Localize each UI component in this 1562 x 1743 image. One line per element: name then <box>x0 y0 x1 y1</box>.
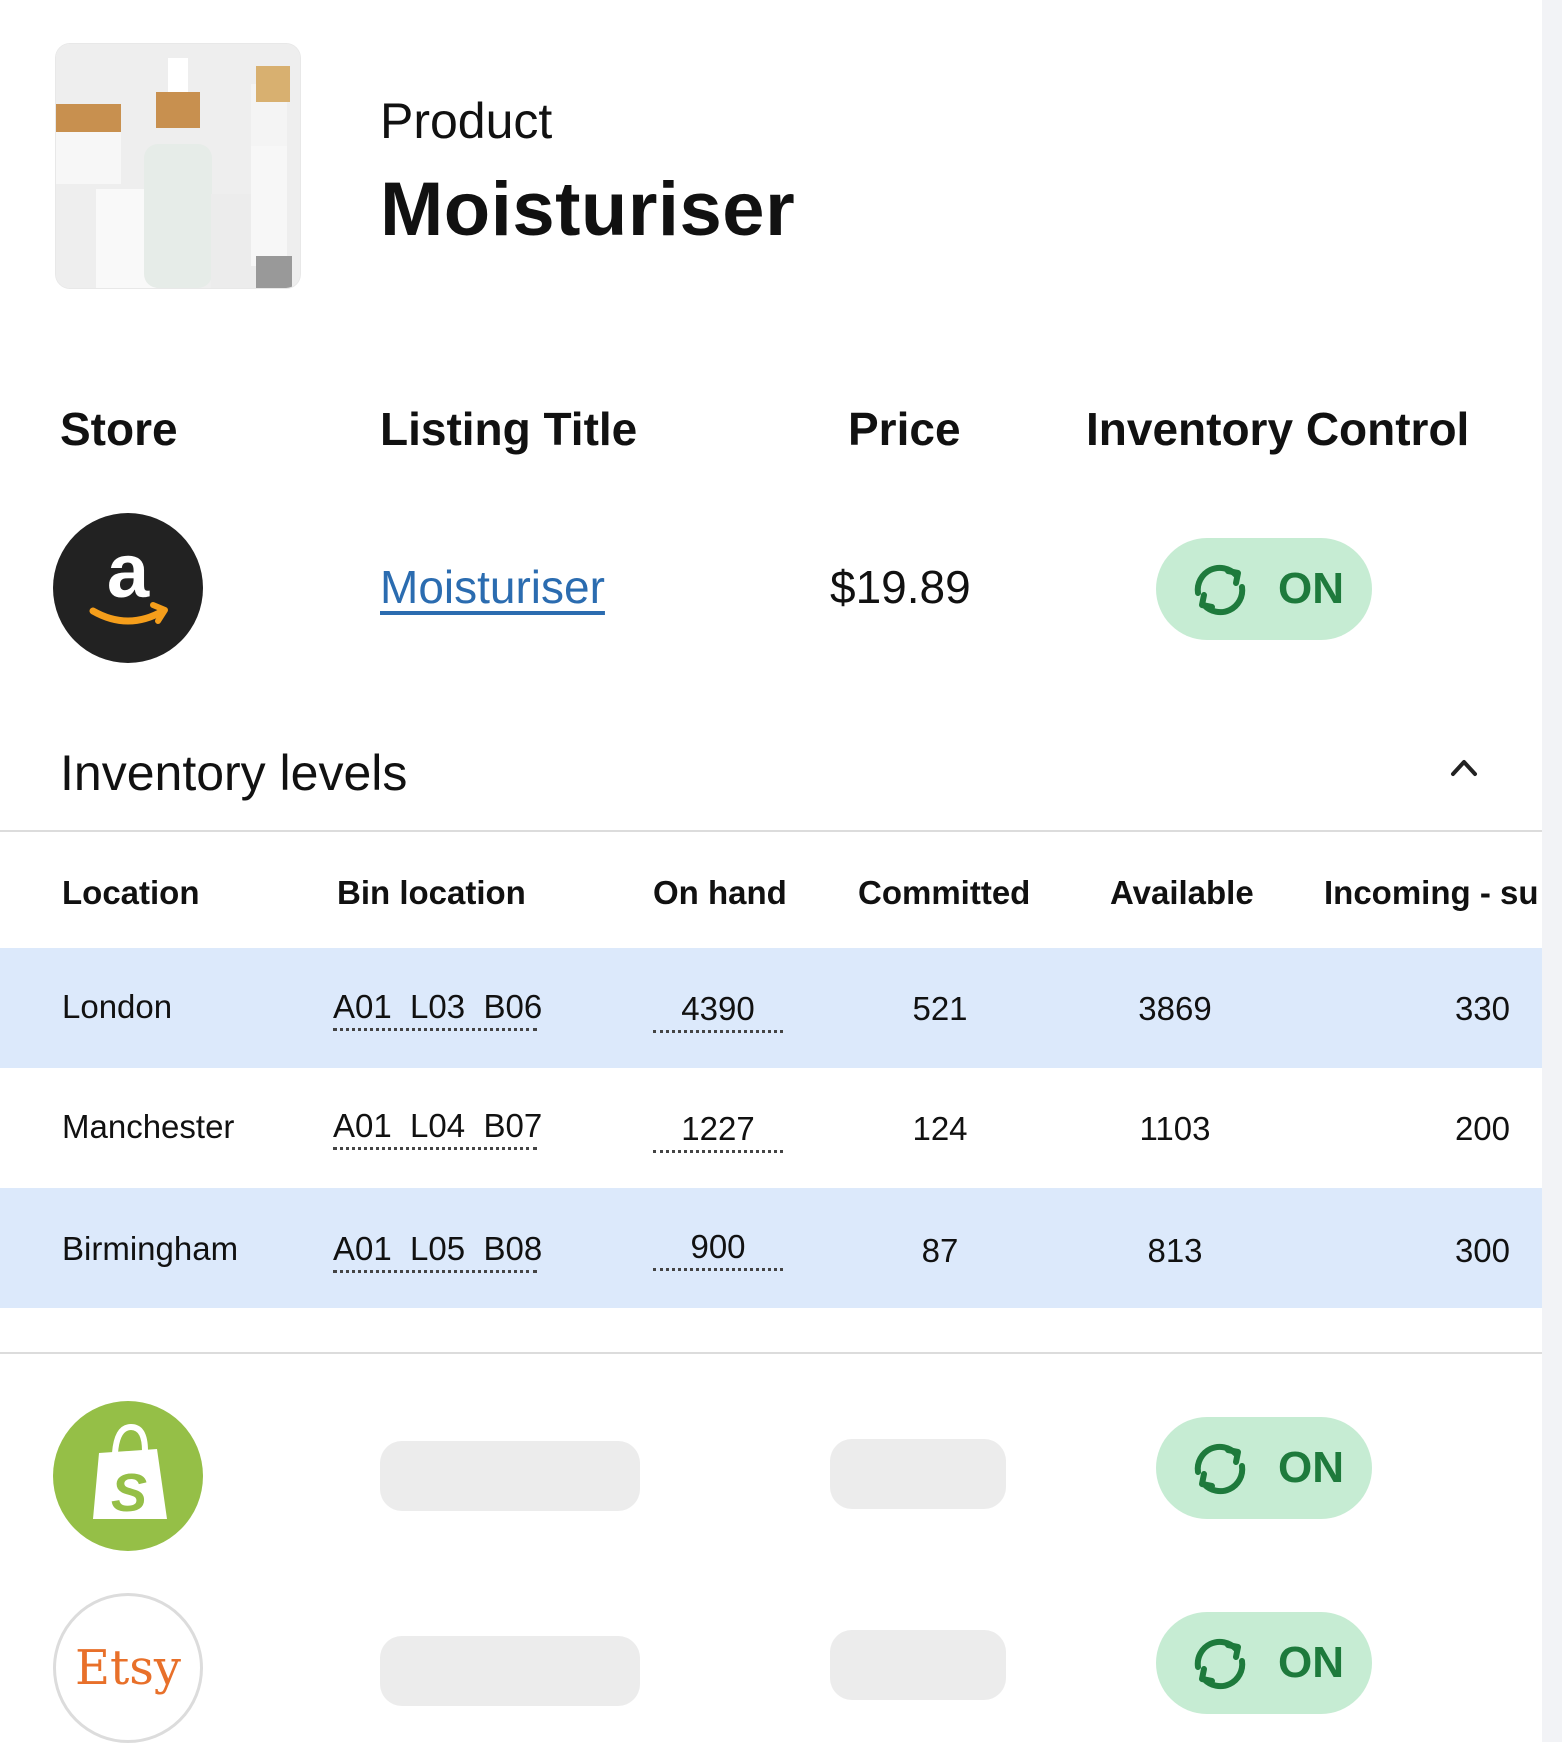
chevron-up-icon[interactable] <box>1448 756 1480 783</box>
bin-location-field[interactable]: A01 L05 B08 <box>333 1230 542 1273</box>
product-name: Moisturiser <box>380 167 796 252</box>
inventory-levels-title: Inventory levels <box>60 745 408 801</box>
vertical-scrollbar[interactable] <box>1542 0 1562 1742</box>
row-location: Birmingham <box>62 1230 239 1267</box>
section-divider <box>0 1352 1542 1354</box>
bin-location-field[interactable]: A01 L03 B06 <box>333 988 542 1031</box>
sync-icon <box>1194 564 1246 616</box>
incoming-value: 300 <box>1454 1232 1510 1269</box>
committed-value: 521 <box>912 990 968 1027</box>
inventory-control-toggle-shopify[interactable]: ON <box>1156 1417 1372 1519</box>
available-value: 1103 <box>1139 1110 1211 1147</box>
bin-location-column-header: Bin location <box>337 874 526 911</box>
listing-title-placeholder <box>380 1636 640 1706</box>
etsy-logo-text: Etsy <box>74 1640 182 1696</box>
product-label: Product <box>380 93 553 149</box>
section-divider <box>0 830 1542 832</box>
toggle-state-label: ON <box>1278 1443 1344 1492</box>
on-hand-field[interactable]: 4390 <box>653 990 783 1033</box>
inventory-control-toggle-amazon[interactable]: ON <box>1156 538 1372 640</box>
incoming-value: 330 <box>1454 990 1510 1027</box>
committed-column-header: Committed <box>858 874 1031 911</box>
on-hand-field[interactable]: 1227 <box>653 1110 783 1153</box>
location-column-header: Location <box>62 874 200 911</box>
incoming-column-header: Incoming - su <box>1324 874 1539 911</box>
on-hand-field[interactable]: 900 <box>653 1228 783 1271</box>
inventory-control-column-header: Inventory Control <box>1086 403 1470 455</box>
row-location: Manchester <box>62 1108 235 1145</box>
sync-icon <box>1194 1638 1246 1690</box>
bin-location-field[interactable]: A01 L04 B07 <box>333 1107 542 1150</box>
inventory-control-toggle-etsy[interactable]: ON <box>1156 1612 1372 1714</box>
amazon-logo-icon: a <box>53 513 203 663</box>
etsy-logo-icon: Etsy <box>53 1593 203 1743</box>
toggle-state-label: ON <box>1278 564 1344 613</box>
listing-title-link[interactable]: Moisturiser <box>380 560 605 614</box>
shopify-logo-icon: S <box>53 1401 203 1551</box>
product-image <box>56 44 300 288</box>
svg-text:a: a <box>107 529 150 614</box>
available-value: 813 <box>1147 1232 1203 1269</box>
on-hand-column-header: On hand <box>653 874 787 911</box>
price-placeholder <box>830 1439 1006 1509</box>
available-value: 3869 <box>1138 990 1212 1027</box>
available-column-header: Available <box>1110 874 1254 911</box>
row-location: London <box>62 988 173 1025</box>
committed-value: 124 <box>912 1110 968 1147</box>
toggle-state-label: ON <box>1278 1638 1344 1687</box>
listing-title-column-header: Listing Title <box>380 403 638 455</box>
store-column-header: Store <box>60 403 178 455</box>
price-column-header: Price <box>848 403 961 455</box>
listing-title-placeholder <box>380 1441 640 1511</box>
listing-price: $19.89 <box>830 561 971 613</box>
svg-text:S: S <box>111 1463 147 1523</box>
committed-value: 87 <box>921 1232 959 1269</box>
price-placeholder <box>830 1630 1006 1700</box>
incoming-value: 200 <box>1454 1110 1510 1147</box>
sync-icon <box>1194 1443 1246 1495</box>
